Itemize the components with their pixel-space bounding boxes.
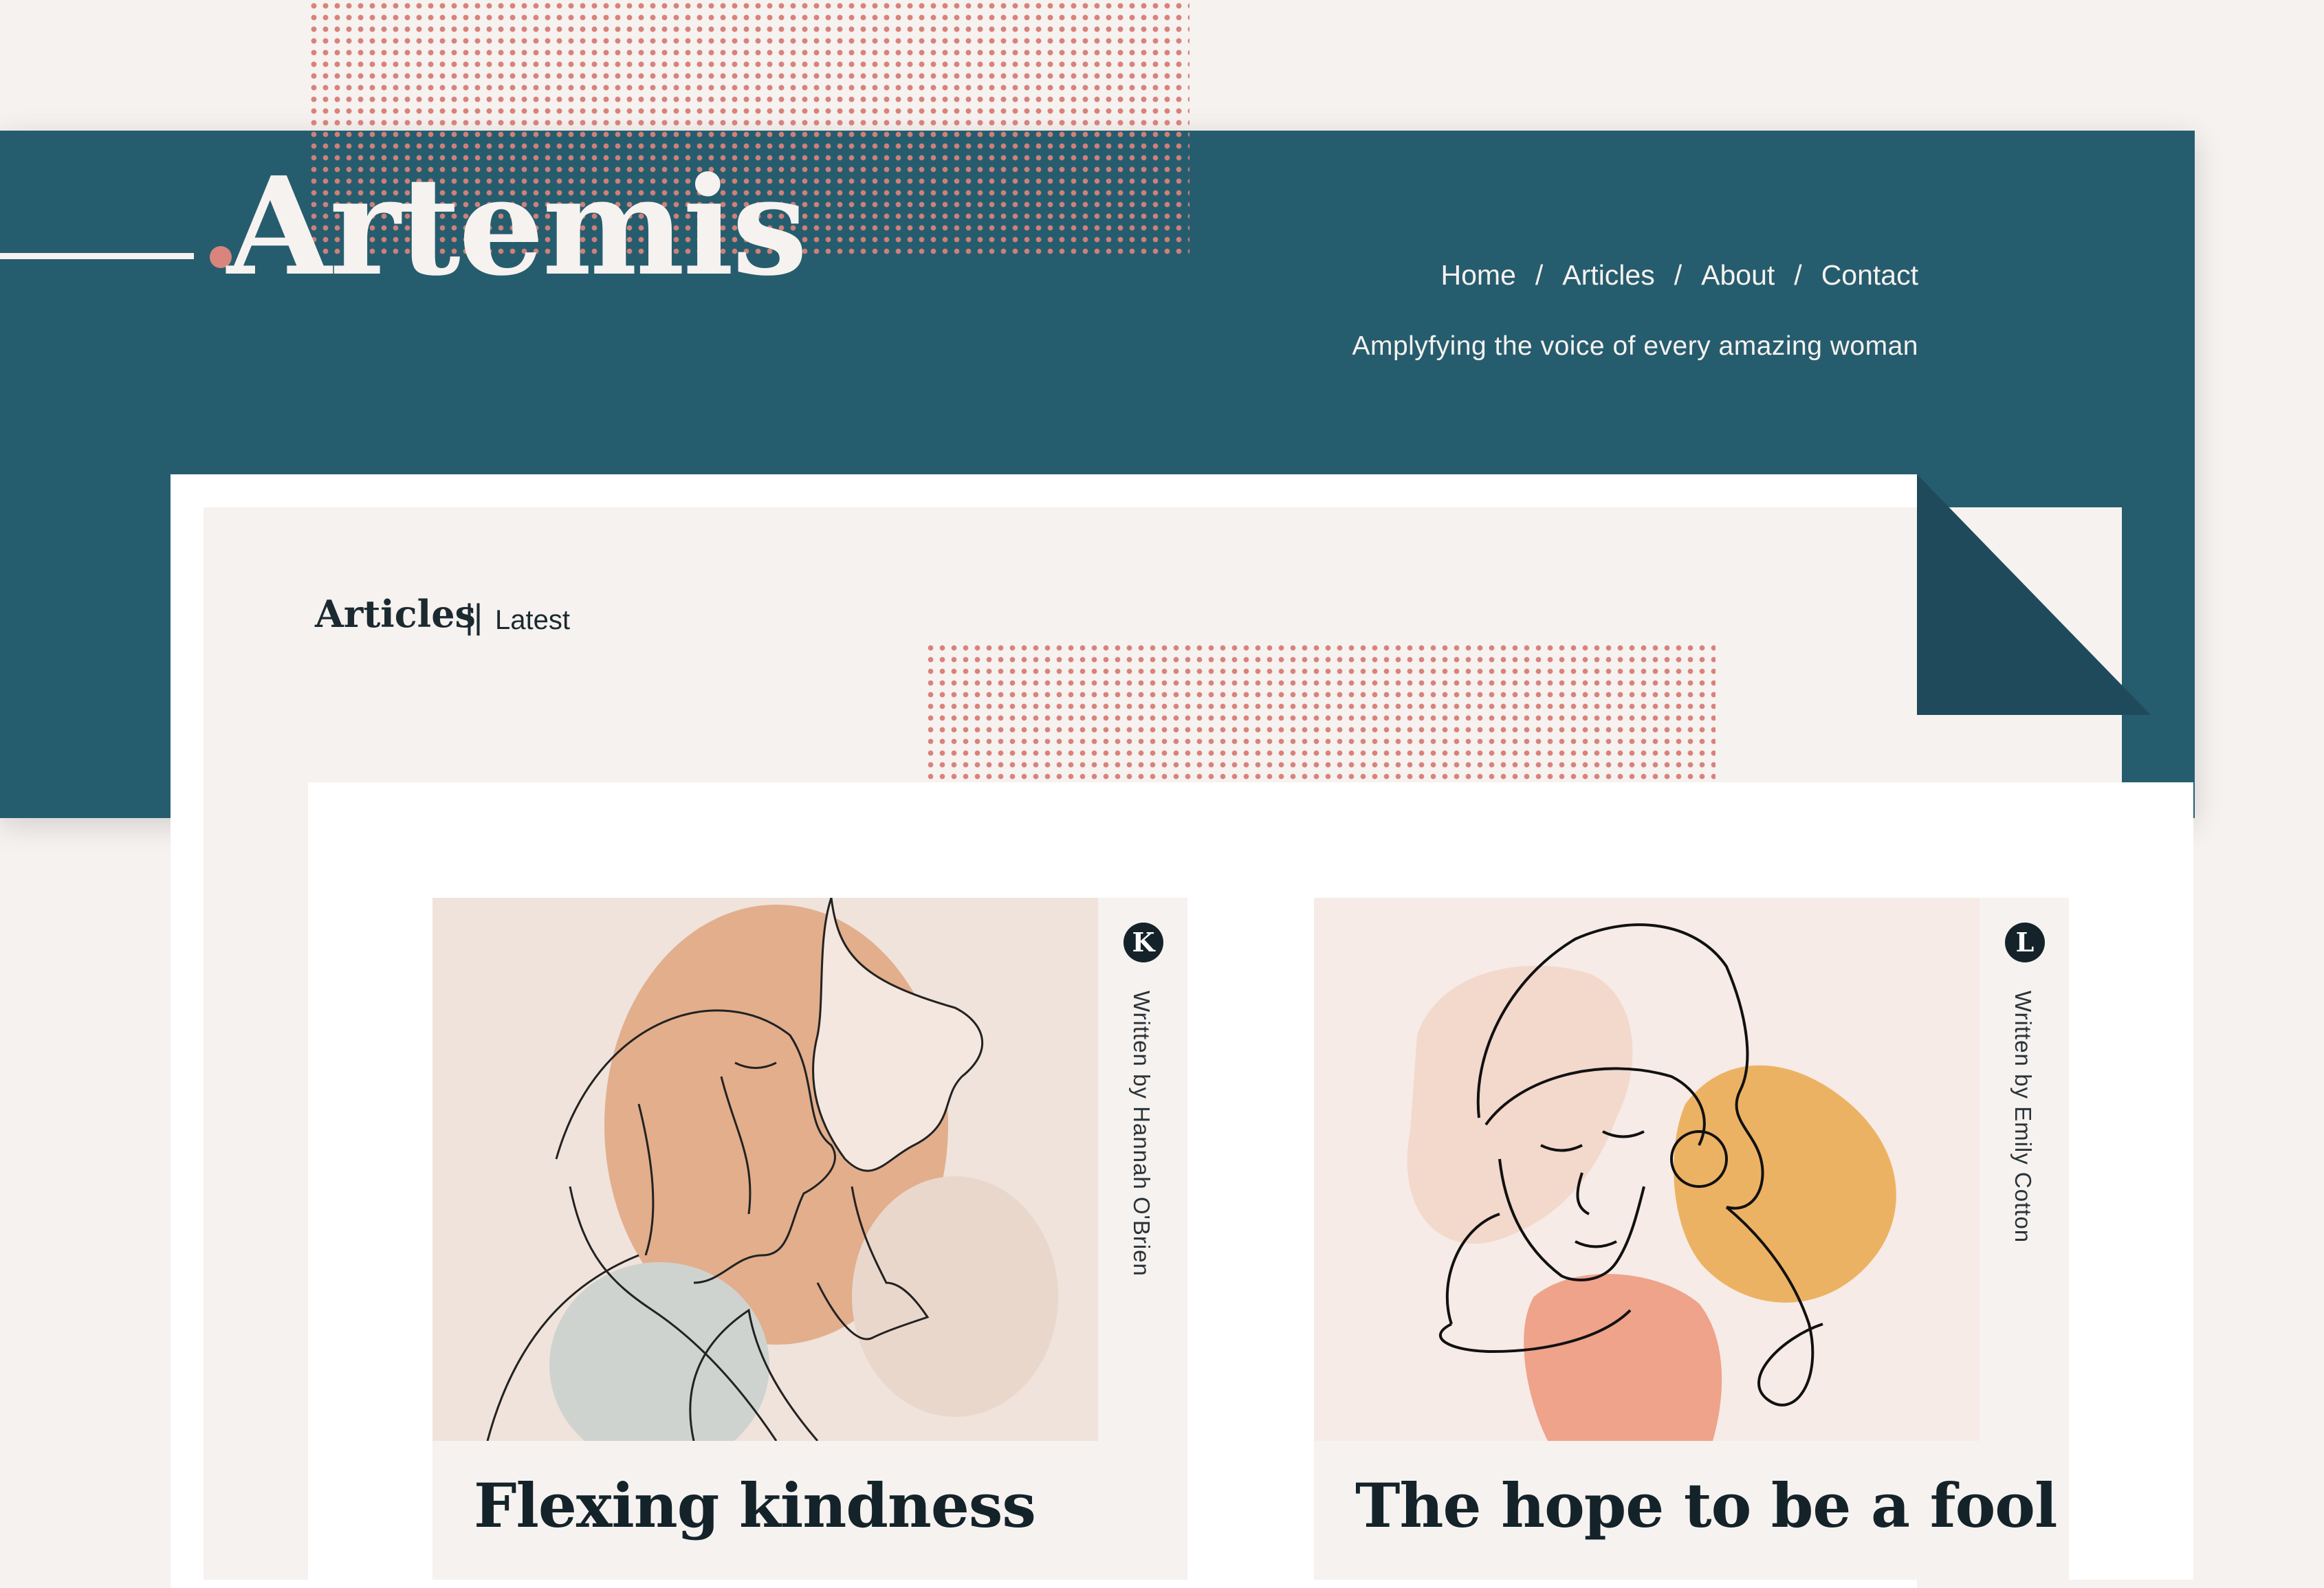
nav-item-about[interactable]: About xyxy=(1701,259,1775,291)
article-title[interactable]: Flexing kindness xyxy=(474,1475,1036,1536)
nav-separator: / xyxy=(1674,259,1682,291)
article-card[interactable]: K Written by Hannah O'Brien Flexing kind… xyxy=(432,898,1187,1580)
author-badge: K xyxy=(1123,923,1163,962)
section-separator: || xyxy=(465,597,483,636)
nav-separator: / xyxy=(1535,259,1544,291)
abstract-face-line-art-illustration xyxy=(1314,898,1980,1441)
site-logo[interactable]: Artemis xyxy=(227,159,808,294)
logo-line xyxy=(0,253,194,259)
section-subtitle[interactable]: Latest xyxy=(495,606,570,634)
article-byline[interactable]: Written by Emily Cotton xyxy=(2010,991,2036,1243)
nav-item-articles[interactable]: Articles xyxy=(1562,259,1654,291)
author-badge: L xyxy=(2005,923,2045,962)
nav-item-contact[interactable]: Contact xyxy=(1821,259,1918,291)
main-nav: Home / Articles / About / Contact xyxy=(1403,261,1918,289)
site-tagline: Amplyfying the voice of every amazing wo… xyxy=(1352,331,1918,361)
article-title[interactable]: The hope to be a fool xyxy=(1355,1475,2057,1536)
article-byline[interactable]: Written by Hannah O'Brien xyxy=(1128,991,1154,1277)
two-women-line-art-illustration xyxy=(432,898,1098,1441)
article-card[interactable]: L Written by Emily Cotton The hope to be… xyxy=(1314,898,2069,1580)
nav-separator: / xyxy=(1794,259,1802,291)
section-title: Articles xyxy=(315,592,476,636)
nav-item-home[interactable]: Home xyxy=(1441,259,1516,291)
dot-pattern-decoration xyxy=(925,642,1715,780)
